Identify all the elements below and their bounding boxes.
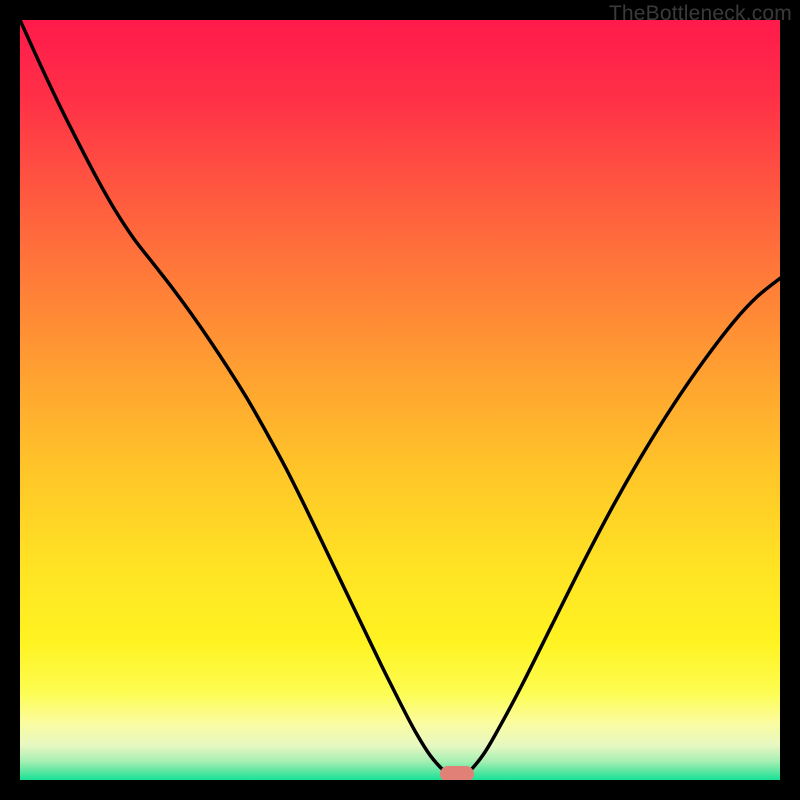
chart-frame: TheBottleneck.com	[0, 0, 800, 800]
minimum-marker	[440, 766, 474, 780]
watermark-text: TheBottleneck.com	[609, 2, 792, 26]
plot-area	[20, 20, 780, 780]
bottleneck-curve	[20, 20, 780, 780]
